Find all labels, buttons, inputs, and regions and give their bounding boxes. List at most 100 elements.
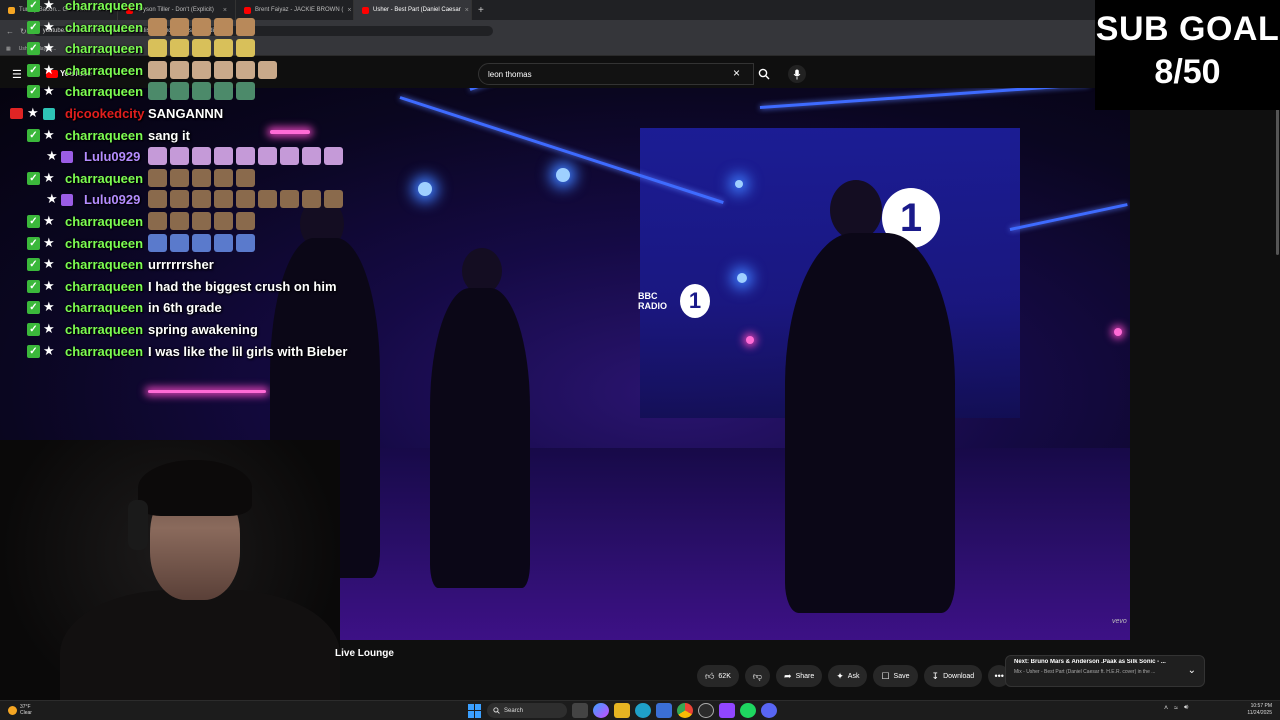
save-button[interactable]: ☐ Save bbox=[873, 665, 918, 687]
emote-icon bbox=[170, 17, 189, 36]
star-badge-icon: ★ bbox=[43, 256, 55, 272]
subscriber-badge-icon: ✓ bbox=[27, 63, 40, 77]
emote-icon bbox=[236, 39, 255, 58]
chat-message: ★ Lulu0929 bbox=[0, 189, 360, 209]
chat-emotes bbox=[148, 233, 255, 252]
emote-icon bbox=[148, 39, 167, 58]
chat-username[interactable]: charraqueen bbox=[65, 279, 143, 294]
chat-username[interactable]: charraqueen bbox=[65, 128, 143, 143]
emote-icon bbox=[236, 233, 255, 252]
browser-tab[interactable]: Usher - Best Part (Daniel Caesar × bbox=[354, 0, 472, 20]
taskbar-search[interactable]: Search bbox=[487, 703, 567, 718]
save-label: Save bbox=[893, 672, 910, 680]
chat-username[interactable]: charraqueen bbox=[65, 300, 143, 315]
chat-username[interactable]: Lulu0929 bbox=[84, 192, 140, 207]
emote-icon bbox=[192, 60, 211, 79]
discord-icon[interactable] bbox=[761, 703, 777, 718]
sub-goal-title: SUB GOAL bbox=[1095, 10, 1280, 48]
share-label: Share bbox=[795, 672, 815, 680]
download-button[interactable]: ↧ Download bbox=[923, 665, 983, 687]
wifi-icon[interactable]: ≈ bbox=[1174, 705, 1178, 712]
search-button[interactable] bbox=[752, 63, 776, 85]
chat-username[interactable]: charraqueen bbox=[65, 322, 143, 337]
like-count: 62K bbox=[718, 672, 731, 680]
taskbar-search-label: Search bbox=[504, 707, 524, 714]
dislike-button[interactable]: 👎︎ bbox=[744, 665, 771, 687]
chat-username[interactable]: charraqueen bbox=[65, 0, 143, 13]
subscriber-badge-icon: ✓ bbox=[27, 42, 40, 56]
emote-icon bbox=[148, 60, 167, 79]
thumbs-up-icon: 👍︎ bbox=[705, 670, 715, 681]
subscriber-badge-icon: ✓ bbox=[27, 215, 40, 228]
chat-username[interactable]: charraqueen bbox=[65, 63, 143, 78]
voice-search-button[interactable] bbox=[788, 65, 806, 83]
chat-username[interactable]: charraqueen bbox=[65, 214, 143, 229]
chat-message: ★ djcookedcity SANGANNN bbox=[0, 103, 360, 123]
stage-light bbox=[418, 182, 432, 196]
new-tab-button[interactable]: + bbox=[472, 5, 490, 16]
lead-singer-head bbox=[830, 180, 882, 240]
emote-icon bbox=[214, 190, 233, 209]
chat-username[interactable]: Lulu0929 bbox=[84, 149, 140, 164]
chat-emotes bbox=[148, 17, 255, 36]
like-button[interactable]: 👍︎ 62K bbox=[697, 665, 739, 687]
youtube-badge-icon bbox=[10, 108, 23, 119]
download-icon: ↧ bbox=[931, 670, 940, 681]
next-video-card[interactable]: Next: Bruno Mars & Anderson .Paak as Sil… bbox=[1005, 655, 1205, 687]
star-badge-icon: ★ bbox=[43, 126, 55, 142]
sub-goal-count: 8/50 bbox=[1154, 53, 1221, 91]
search-input[interactable]: leon thomas bbox=[478, 63, 754, 85]
emote-icon bbox=[280, 147, 299, 166]
subscriber-badge-icon: ✓ bbox=[27, 258, 40, 272]
chat-emotes bbox=[148, 82, 255, 101]
twitch-icon[interactable] bbox=[719, 703, 735, 718]
star-badge-icon: ★ bbox=[43, 342, 55, 358]
tab-favicon-icon bbox=[362, 6, 369, 14]
emote-icon bbox=[170, 60, 189, 79]
page-scrollbar[interactable] bbox=[1276, 100, 1279, 255]
chat-username[interactable]: charraqueen bbox=[65, 20, 143, 35]
weather-widget[interactable]: 37°F Clear bbox=[8, 704, 32, 716]
chat-message: ✓ ★ charraqueen I was like the lil girls wi… bbox=[0, 341, 360, 361]
share-button[interactable]: ➦ Share bbox=[776, 665, 823, 687]
edge-icon[interactable] bbox=[635, 703, 651, 718]
star-badge-icon: ★ bbox=[46, 148, 58, 164]
spotify-icon[interactable] bbox=[740, 703, 756, 718]
chat-message: ✓ ★ charraqueen bbox=[0, 168, 360, 188]
chat-username[interactable]: djcookedcity bbox=[65, 106, 144, 121]
chat-message: ✓ ★ charraqueen bbox=[0, 60, 360, 80]
video-title-obscured bbox=[120, 648, 123, 659]
obs-icon[interactable] bbox=[698, 703, 714, 718]
emote-icon bbox=[214, 147, 233, 166]
emote-icon bbox=[192, 190, 211, 209]
start-button[interactable] bbox=[468, 703, 482, 718]
emote-icon bbox=[214, 212, 233, 230]
chat-emotes bbox=[148, 147, 343, 166]
chat-username[interactable]: charraqueen bbox=[65, 84, 143, 99]
clear-search-icon[interactable]: × bbox=[733, 66, 740, 80]
chat-username[interactable]: charraqueen bbox=[65, 41, 143, 56]
star-badge-icon: ★ bbox=[43, 40, 55, 56]
chevron-up-icon[interactable]: ˄ bbox=[1164, 705, 1168, 712]
volume-icon[interactable]: 🔊︎ bbox=[1184, 704, 1188, 712]
emote-icon bbox=[148, 82, 167, 101]
taskbar-clock[interactable]: 10:57 PM 11/24/2025 bbox=[1240, 703, 1272, 717]
chat-username[interactable]: charraqueen bbox=[65, 171, 143, 186]
chat-message-text: in 6th grade bbox=[148, 300, 222, 316]
chat-username[interactable]: charraqueen bbox=[65, 236, 143, 251]
task-view-icon[interactable] bbox=[572, 703, 588, 718]
chat-message-text: urrrrrrsher bbox=[148, 257, 214, 273]
copilot-icon[interactable] bbox=[593, 703, 609, 718]
ask-button[interactable]: ✦ Ask bbox=[828, 665, 868, 687]
close-tab-icon[interactable]: × bbox=[465, 7, 469, 14]
emote-icon bbox=[192, 147, 211, 166]
chevron-down-icon[interactable]: ⌄ bbox=[1188, 665, 1196, 676]
chat-username[interactable]: charraqueen bbox=[65, 344, 143, 359]
chrome-icon[interactable] bbox=[677, 703, 693, 718]
store-icon[interactable] bbox=[656, 703, 672, 718]
star-badge-icon: ★ bbox=[43, 299, 55, 315]
chat-username[interactable]: charraqueen bbox=[65, 257, 143, 272]
system-tray: ˄ ≈ 🔊︎ bbox=[1164, 704, 1188, 712]
emote-icon bbox=[192, 168, 211, 187]
file-explorer-icon[interactable] bbox=[614, 703, 630, 718]
